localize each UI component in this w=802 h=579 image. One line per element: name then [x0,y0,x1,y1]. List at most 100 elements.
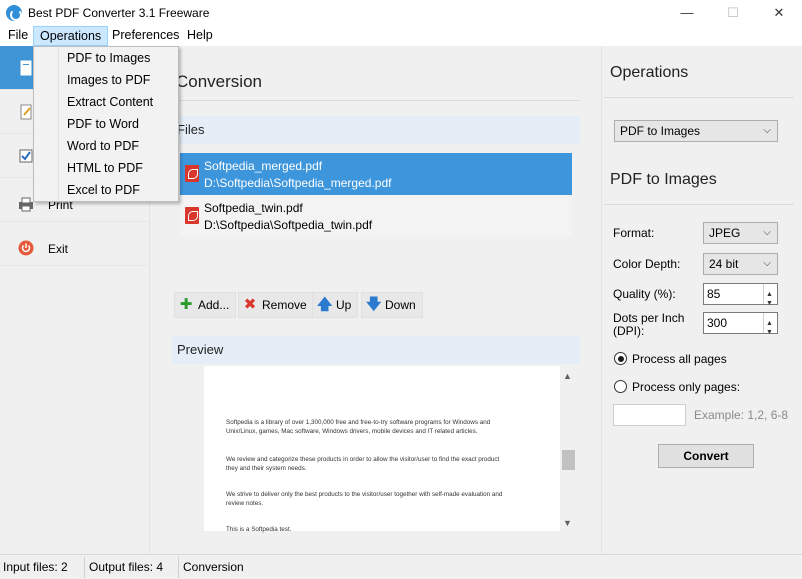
status-separator [84,557,85,578]
process-all-label: Process all pages [632,352,727,366]
menu-bar: File Operations Preferences Help [0,26,802,46]
status-bar: Input files: 2 Output files: 4 Conversio… [0,554,802,579]
preview-line: Unix/Linux, games, Mac software, Windows… [226,428,478,435]
quality-label: Quality (%): [613,287,676,301]
remove-label: Remove [262,298,307,312]
preview-line: review notes. [226,500,264,507]
color-depth-value: 24 bit [709,257,739,271]
decrement-icon[interactable]: ▼ [766,294,773,314]
add-label: Add... [198,298,230,312]
pages-example-hint: Example: 1,2, 6-8 [694,408,789,422]
quality-value: 85 [707,287,721,301]
move-down-button[interactable]: 🡇 Down [361,292,423,318]
menu-operations[interactable]: Operations [33,26,109,46]
operations-dropdown: PDF to Images Images to PDF Extract Cont… [33,46,179,202]
format-select[interactable]: JPEG ⌵ [703,222,778,244]
dpi-label-suffix: (DPI): [613,324,645,338]
dropdown-item-word-to-pdf[interactable]: Word to PDF [67,135,139,157]
file-path: D:\Softpedia\Softpedia_merged.pdf [204,176,392,190]
dropdown-item-pdf-to-images[interactable]: PDF to Images [67,47,150,69]
window-title: Best PDF Converter 3.1 Freeware [28,6,210,20]
section-divider [604,204,794,205]
quality-spin-buttons[interactable]: ▲ ▼ [763,284,777,307]
title-divider [172,100,580,101]
menu-help[interactable]: Help [181,26,219,46]
format-label: Format: [613,226,655,240]
power-icon [18,240,34,256]
maximize-button[interactable]: ☐ [710,0,756,26]
operations-divider [604,97,794,98]
convert-button[interactable]: Convert [658,444,754,468]
up-label: Up [336,298,352,312]
pages-input[interactable] [613,404,686,426]
add-button[interactable]: ✚ Add... [174,292,237,318]
printer-icon [19,197,33,212]
check-icon [19,149,33,163]
preview-scrollbar[interactable]: ▲ ▼ [560,368,577,531]
menu-file[interactable]: File [2,26,34,46]
status-mode: Conversion [183,560,244,574]
minimize-button[interactable]: — [664,0,710,26]
chevron-down-icon: ⌵ [763,125,771,136]
format-value: JPEG [709,226,741,240]
sidebar-item-exit[interactable]: Exit [0,222,150,266]
status-separator [178,557,179,578]
pdf-file-icon [185,165,199,182]
quality-stepper[interactable]: 85 ▲ ▼ [703,283,778,307]
plus-icon: ✚ [179,296,193,313]
down-label: Down [385,298,416,312]
file-row[interactable]: Softpedia_twin.pdf D:\Softpedia\Softpedi… [180,195,572,237]
operation-select[interactable]: PDF to Images ⌵ [614,120,778,142]
color-depth-select[interactable]: 24 bit ⌵ [703,253,778,275]
pdf-file-icon [185,207,199,224]
dpi-spin-buttons[interactable]: ▲ ▼ [763,313,777,336]
scrollbar-thumb[interactable] [562,450,575,470]
dropdown-item-html-to-pdf[interactable]: HTML to PDF [67,157,143,179]
chevron-down-icon: ⌵ [763,258,771,269]
arrow-up-icon: 🡅 [317,296,333,313]
files-list: Softpedia_merged.pdf D:\Softpedia\Softpe… [180,153,572,237]
preview-line: This is a Softpedia test. [226,526,292,533]
page-title: Conversion [176,72,262,91]
scroll-up-icon[interactable]: ▲ [563,371,572,381]
dropdown-item-extract-content[interactable]: Extract Content [67,91,153,113]
dropdown-item-excel-to-pdf[interactable]: Excel to PDF [67,179,140,201]
file-path: D:\Softpedia\Softpedia_twin.pdf [204,218,373,232]
process-only-label: Process only pages: [632,380,741,394]
file-name: Softpedia_merged.pdf [204,159,323,173]
edit-icon [20,104,32,120]
file-name: Softpedia_twin.pdf [204,201,303,215]
close-button[interactable]: ✕ [756,0,802,26]
dpi-label: Dots per Inch [613,311,685,325]
dpi-stepper[interactable]: 300 ▲ ▼ [703,312,778,336]
remove-button[interactable]: ✖ Remove [238,292,314,318]
dropdown-item-images-to-pdf[interactable]: Images to PDF [67,69,150,91]
output-files-count: Output files: 4 [89,560,164,574]
operations-title: Operations [610,64,689,81]
process-only-radio[interactable] [614,380,627,393]
dropdown-item-pdf-to-word[interactable]: PDF to Word [67,113,139,135]
chevron-down-icon: ⌵ [763,227,771,238]
move-up-button[interactable]: 🡅 Up [312,292,359,318]
preview-area: Softpedia is a library of over 1,300,000… [172,366,578,533]
operation-select-value: PDF to Images [620,124,701,138]
file-row[interactable]: Softpedia_merged.pdf D:\Softpedia\Softpe… [180,153,572,195]
scroll-down-icon[interactable]: ▼ [563,518,572,528]
color-depth-label: Color Depth: [613,257,681,271]
arrow-down-icon: 🡇 [366,296,382,313]
preview-header: Preview [172,336,580,364]
app-logo-icon [6,5,22,21]
files-header: Files [172,116,580,144]
preview-page: Softpedia is a library of over 1,300,000… [204,366,560,533]
sidebar-item-label: Exit [48,242,69,256]
dpi-value: 300 [707,316,728,330]
input-files-count: Input files: 2 [3,560,68,574]
section-title: PDF to Images [610,171,717,188]
menu-preferences[interactable]: Preferences [106,26,185,46]
preview-line: they and their system needs. [226,465,307,472]
decrement-icon[interactable]: ▼ [766,323,773,343]
title-bar: Best PDF Converter 3.1 Freeware — ☐ ✕ [0,0,802,26]
remove-x-icon: ✖ [243,296,257,313]
convert-icon [20,60,32,76]
process-all-radio[interactable] [614,352,627,365]
